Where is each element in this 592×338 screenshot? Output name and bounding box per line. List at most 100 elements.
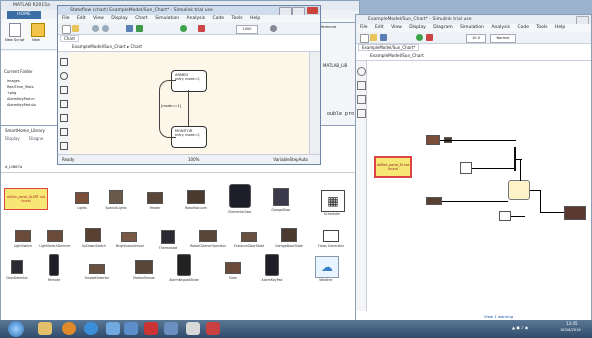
default-transition-icon[interactable]	[60, 86, 68, 94]
menu-code[interactable]: Code	[213, 16, 225, 21]
error-block[interactable]: doMex_panel_M not found	[374, 156, 412, 178]
menu-chart[interactable]: Chart	[135, 16, 147, 21]
menu-edit[interactable]: Edit	[375, 25, 384, 30]
model-input-block[interactable]	[426, 135, 440, 145]
browser-taskbar-icon[interactable]	[84, 322, 98, 335]
stateflow-address-tab[interactable]: Chart	[60, 35, 79, 42]
new-icon[interactable]	[31, 23, 45, 37]
zoom-field[interactable]: 1000	[236, 25, 258, 34]
sim-mode-select[interactable]: Normal	[490, 34, 516, 43]
output-block[interactable]	[564, 206, 586, 220]
breadcrumb-chart[interactable]: Chart	[131, 44, 143, 49]
lights-block[interactable]	[75, 192, 89, 204]
light-switch-block[interactable]	[15, 230, 31, 242]
stop-icon[interactable]	[426, 34, 433, 41]
menu-help[interactable]: Help	[250, 16, 260, 21]
menu-file[interactable]: File	[62, 16, 70, 21]
robot-cleaner-operator-block[interactable]	[199, 230, 217, 242]
scheduler-icon[interactable]: ▦	[321, 190, 345, 212]
simulink-breadcrumb[interactable]: ExampleModel/Sun_Chart	[356, 52, 591, 61]
window-taskbar-icon[interactable]	[106, 322, 120, 335]
matlab-tab-home[interactable]: HOME	[7, 11, 41, 19]
menu-analysis[interactable]: Analysis	[187, 16, 206, 21]
menu-simulation[interactable]: Simulation	[460, 25, 484, 30]
truth-table-icon[interactable]	[60, 128, 68, 136]
menu-edit[interactable]: Edit	[77, 16, 86, 21]
chart-canvas[interactable]: ARMED entry: mode=1; MONITOR entry: mode…	[69, 52, 311, 156]
menu-diagram[interactable]: Diagram	[433, 25, 452, 30]
stateflow-vscroll[interactable]	[309, 52, 320, 156]
menu-analysis[interactable]: Analysis	[491, 25, 510, 30]
light-switch-dimmer-block[interactable]	[47, 230, 63, 242]
brightness-sensor-block[interactable]	[121, 232, 137, 242]
save-icon[interactable]	[380, 34, 387, 41]
state-monitor[interactable]: MONITOR entry: mode=1;	[171, 126, 207, 148]
redo-icon[interactable]	[102, 25, 109, 32]
siren-block[interactable]	[225, 262, 241, 274]
robot-vacuum-block[interactable]	[187, 190, 205, 204]
source-block-2[interactable]	[426, 197, 442, 205]
alarm-keypad-block[interactable]	[265, 254, 279, 276]
media-taskbar-icon[interactable]	[62, 322, 76, 335]
alert-block[interactable]: doSim_panel_ALERT not found	[4, 188, 48, 210]
flows-generator-block[interactable]	[323, 230, 339, 242]
fit-view-icon[interactable]	[357, 81, 366, 90]
thermostat-block[interactable]	[161, 230, 175, 244]
box-tool-icon[interactable]	[60, 100, 68, 108]
stop-icon[interactable]	[198, 25, 205, 32]
garage-door-state-block[interactable]	[281, 228, 297, 242]
sim-time-field[interactable]: 10.0	[466, 34, 486, 43]
undo-icon[interactable]	[92, 25, 99, 32]
state-armed[interactable]: ARMED entry: mode=1;	[171, 70, 207, 92]
lib-tab[interactable]: Diagno	[29, 136, 43, 141]
motion-sensor-block[interactable]	[135, 260, 153, 274]
alarm-keypad-state-block[interactable]	[177, 254, 191, 276]
open-icon[interactable]	[72, 25, 79, 32]
menu-display[interactable]: Display	[409, 25, 426, 30]
annotation-icon[interactable]	[357, 95, 366, 104]
elements-clear-block[interactable]	[229, 184, 251, 208]
menu-display[interactable]: Display	[111, 16, 128, 21]
app-taskbar-icon[interactable]	[206, 322, 220, 335]
simulink-taskbar-icon[interactable]	[124, 322, 138, 335]
library-browser-icon[interactable]	[126, 25, 133, 32]
matlab-taskbar-icon[interactable]	[164, 322, 178, 335]
menu-help[interactable]: Help	[555, 25, 565, 30]
menu-file[interactable]: File	[360, 25, 368, 30]
menu-tools[interactable]: Tools	[536, 25, 547, 30]
model-explorer-icon[interactable]	[136, 25, 143, 32]
heater-block[interactable]	[147, 192, 163, 204]
junction-tool-icon[interactable]	[60, 72, 68, 80]
menu-simulation[interactable]: Simulation	[155, 16, 179, 21]
zoom-icon[interactable]	[357, 67, 366, 76]
breadcrumb-model[interactable]: ExampleModel/Sun_Chart	[72, 44, 126, 49]
image-icon[interactable]	[357, 109, 366, 118]
scope-block[interactable]	[499, 211, 511, 221]
doc-taskbar-icon[interactable]	[144, 322, 158, 335]
smoke-detector-block[interactable]	[89, 264, 105, 274]
pulse-block[interactable]	[460, 162, 472, 174]
sum-block[interactable]	[508, 180, 530, 200]
settings-icon[interactable]	[270, 25, 277, 32]
menu-tools[interactable]: Tools	[231, 16, 242, 21]
run-icon[interactable]	[180, 25, 187, 32]
simulink-tab[interactable]: ExampleModel/Sun_Chart*	[358, 44, 420, 51]
remote-block[interactable]	[49, 254, 59, 276]
run-icon[interactable]	[416, 34, 423, 41]
weather-icon[interactable]: ☁	[315, 256, 339, 278]
new-script-icon[interactable]	[9, 23, 21, 37]
explorer-taskbar-icon[interactable]	[38, 322, 52, 335]
updown-switch-block[interactable]	[85, 228, 101, 242]
stateflow-taskbar-icon[interactable]	[186, 322, 200, 335]
open-icon[interactable]	[370, 34, 377, 41]
special-lights-block[interactable]	[109, 190, 123, 204]
new-model-icon[interactable]	[360, 34, 369, 43]
menu-view[interactable]: View	[93, 16, 104, 21]
stateflow-close-button[interactable]	[307, 7, 318, 14]
new-icon[interactable]	[62, 25, 71, 34]
state-tool-icon[interactable]	[60, 58, 68, 66]
folder-item[interactable]: AlarmKeyPad.slx	[7, 102, 36, 108]
entrance-door-state-block[interactable]	[241, 232, 257, 242]
menu-view[interactable]: View	[391, 25, 402, 30]
lib-tab[interactable]: Display	[5, 136, 20, 141]
